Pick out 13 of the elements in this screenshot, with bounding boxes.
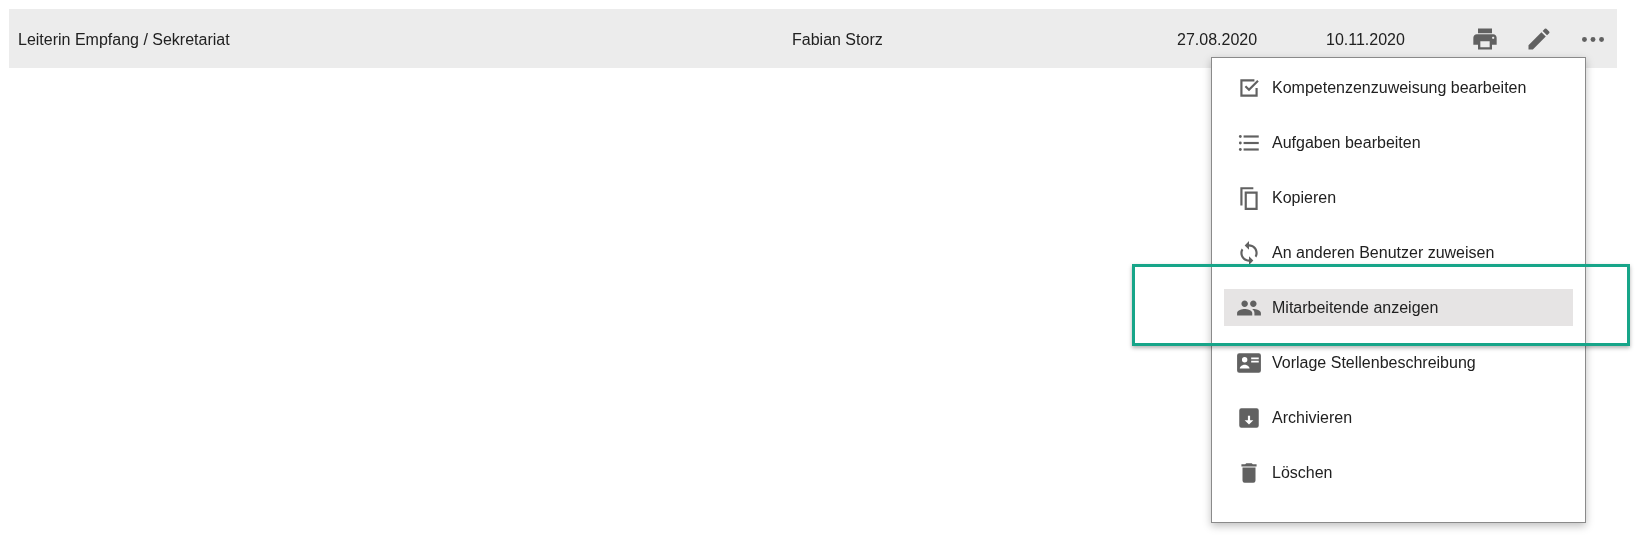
start-date: 27.08.2020 xyxy=(1177,30,1258,50)
menu-item[interactable]: Löschen xyxy=(1224,454,1573,491)
menu-item[interactable]: Archivieren xyxy=(1224,399,1573,436)
menu-item[interactable]: Kopieren xyxy=(1224,179,1573,216)
more-icon xyxy=(1582,35,1604,43)
person-name: Fabian Storz xyxy=(792,30,883,50)
end-date: 10.11.2020 xyxy=(1326,30,1405,50)
menu-item[interactable]: Mitarbeitende anzeigen xyxy=(1224,289,1573,326)
menu-item[interactable]: Kompetenzenzuweisung bearbeiten xyxy=(1224,69,1573,106)
job-title: Leiterin Empfang / Sekretariat xyxy=(18,30,230,50)
menu-item[interactable]: Vorlage Stellenbeschreibung xyxy=(1224,344,1573,381)
menu-item[interactable]: Aufgaben bearbeiten xyxy=(1224,124,1573,161)
menu-item[interactable]: An anderen Benutzer zuweisen xyxy=(1224,234,1573,271)
